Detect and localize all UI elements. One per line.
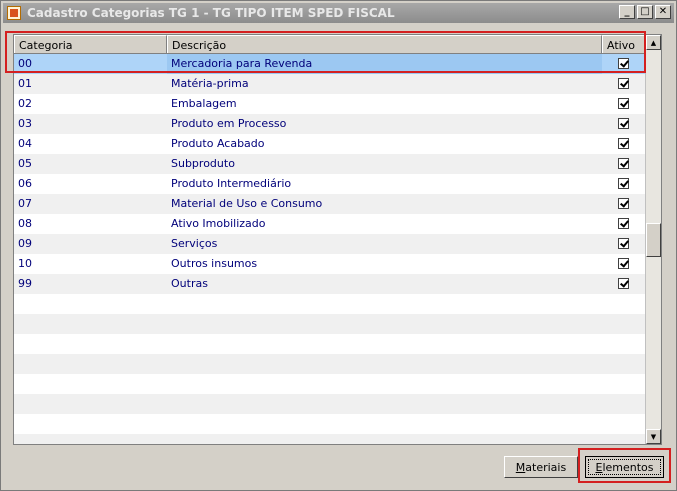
cell-descricao[interactable]: Serviços: [167, 234, 602, 254]
materiais-button[interactable]: Materiais: [504, 456, 578, 478]
empty-row: [14, 294, 645, 314]
cell-categoria[interactable]: 10: [14, 254, 167, 274]
cell-ativo: [602, 174, 645, 194]
scroll-thumb[interactable]: [646, 223, 661, 257]
cell-descricao[interactable]: Produto Acabado: [167, 134, 602, 154]
cell-ativo: [602, 214, 645, 234]
cell-categoria[interactable]: 05: [14, 154, 167, 174]
empty-row: [14, 334, 645, 354]
title-bar: Cadastro Categorias TG 1 - TG TIPO ITEM …: [3, 3, 674, 23]
cell-ativo: [602, 134, 645, 154]
empty-row: [14, 434, 645, 444]
cell-ativo: [602, 74, 645, 94]
cell-categoria[interactable]: 06: [14, 174, 167, 194]
table-row[interactable]: 10 Outros insumos: [14, 254, 645, 274]
empty-row: [14, 314, 645, 334]
cell-ativo: [602, 154, 645, 174]
ativo-checkbox[interactable]: [618, 178, 629, 189]
cell-categoria[interactable]: 01: [14, 74, 167, 94]
scroll-up-button[interactable]: ▲: [646, 35, 661, 50]
cell-ativo: [602, 114, 645, 134]
empty-row: [14, 374, 645, 394]
table-row[interactable]: 08 Ativo Imobilizado: [14, 214, 645, 234]
cell-categoria[interactable]: 04: [14, 134, 167, 154]
cell-descricao[interactable]: Outros insumos: [167, 254, 602, 274]
scroll-down-button[interactable]: ▼: [646, 429, 661, 444]
table-row[interactable]: 99 Outras: [14, 274, 645, 294]
cell-descricao[interactable]: Material de Uso e Consumo: [167, 194, 602, 214]
cell-ativo: [602, 274, 645, 294]
materiais-mnemonic: M: [515, 460, 526, 474]
table-row[interactable]: 01 Matéria-prima: [14, 74, 645, 94]
cell-descricao[interactable]: Embalagem: [167, 94, 602, 114]
cell-categoria[interactable]: 03: [14, 114, 167, 134]
ativo-checkbox[interactable]: [618, 278, 629, 289]
cell-descricao[interactable]: Produto Intermediário: [167, 174, 602, 194]
ativo-checkbox[interactable]: [618, 118, 629, 129]
ativo-checkbox[interactable]: [618, 258, 629, 269]
cell-categoria[interactable]: 02: [14, 94, 167, 114]
table-row[interactable]: 06 Produto Intermediário: [14, 174, 645, 194]
ativo-checkbox[interactable]: [618, 98, 629, 109]
cell-categoria[interactable]: 09: [14, 234, 167, 254]
cell-descricao[interactable]: Outras: [167, 274, 602, 294]
app-icon: [7, 6, 21, 20]
cell-ativo: [602, 94, 645, 114]
close-button[interactable]: ✕: [655, 5, 671, 19]
cell-ativo: [602, 194, 645, 214]
table-row[interactable]: 04 Produto Acabado: [14, 134, 645, 154]
window-title: Cadastro Categorias TG 1 - TG TIPO ITEM …: [27, 6, 395, 20]
grid-rows: 00 Mercadoria para Revenda 01 Matéria-prima…: [14, 54, 645, 444]
empty-row: [14, 394, 645, 414]
cell-descricao[interactable]: Subproduto: [167, 154, 602, 174]
cell-categoria[interactable]: 99: [14, 274, 167, 294]
ativo-checkbox[interactable]: [618, 218, 629, 229]
table-row[interactable]: 03 Produto em Processo: [14, 114, 645, 134]
ativo-checkbox[interactable]: [618, 238, 629, 249]
ativo-checkbox[interactable]: [618, 138, 629, 149]
main-window: Cadastro Categorias TG 1 - TG TIPO ITEM …: [0, 0, 677, 491]
cell-categoria[interactable]: 08: [14, 214, 167, 234]
header-highlight-box: [5, 31, 646, 73]
vertical-scrollbar[interactable]: ▲ ▼: [645, 35, 661, 444]
minimize-button[interactable]: _: [619, 5, 635, 19]
materiais-label-rest: ateriais: [525, 460, 567, 474]
grid-body: Categoria Descrição Ativo 00 Mercadoria p…: [14, 35, 645, 444]
button-highlight-box: [578, 448, 671, 483]
cell-descricao[interactable]: Matéria-prima: [167, 74, 602, 94]
empty-row: [14, 354, 645, 374]
maximize-button[interactable]: □: [637, 5, 653, 19]
ativo-checkbox[interactable]: [618, 158, 629, 169]
ativo-checkbox[interactable]: [618, 78, 629, 89]
categories-grid: Categoria Descrição Ativo 00 Mercadoria p…: [13, 34, 662, 445]
cell-ativo: [602, 254, 645, 274]
empty-row: [14, 414, 645, 434]
cell-descricao[interactable]: Ativo Imobilizado: [167, 214, 602, 234]
cell-categoria[interactable]: 07: [14, 194, 167, 214]
table-row[interactable]: 05 Subproduto: [14, 154, 645, 174]
cell-ativo: [602, 234, 645, 254]
window-controls: _ □ ✕: [619, 5, 671, 19]
table-row[interactable]: 09 Serviços: [14, 234, 645, 254]
ativo-checkbox[interactable]: [618, 198, 629, 209]
cell-descricao[interactable]: Produto em Processo: [167, 114, 602, 134]
table-row[interactable]: 02 Embalagem: [14, 94, 645, 114]
table-row[interactable]: 07 Material de Uso e Consumo: [14, 194, 645, 214]
